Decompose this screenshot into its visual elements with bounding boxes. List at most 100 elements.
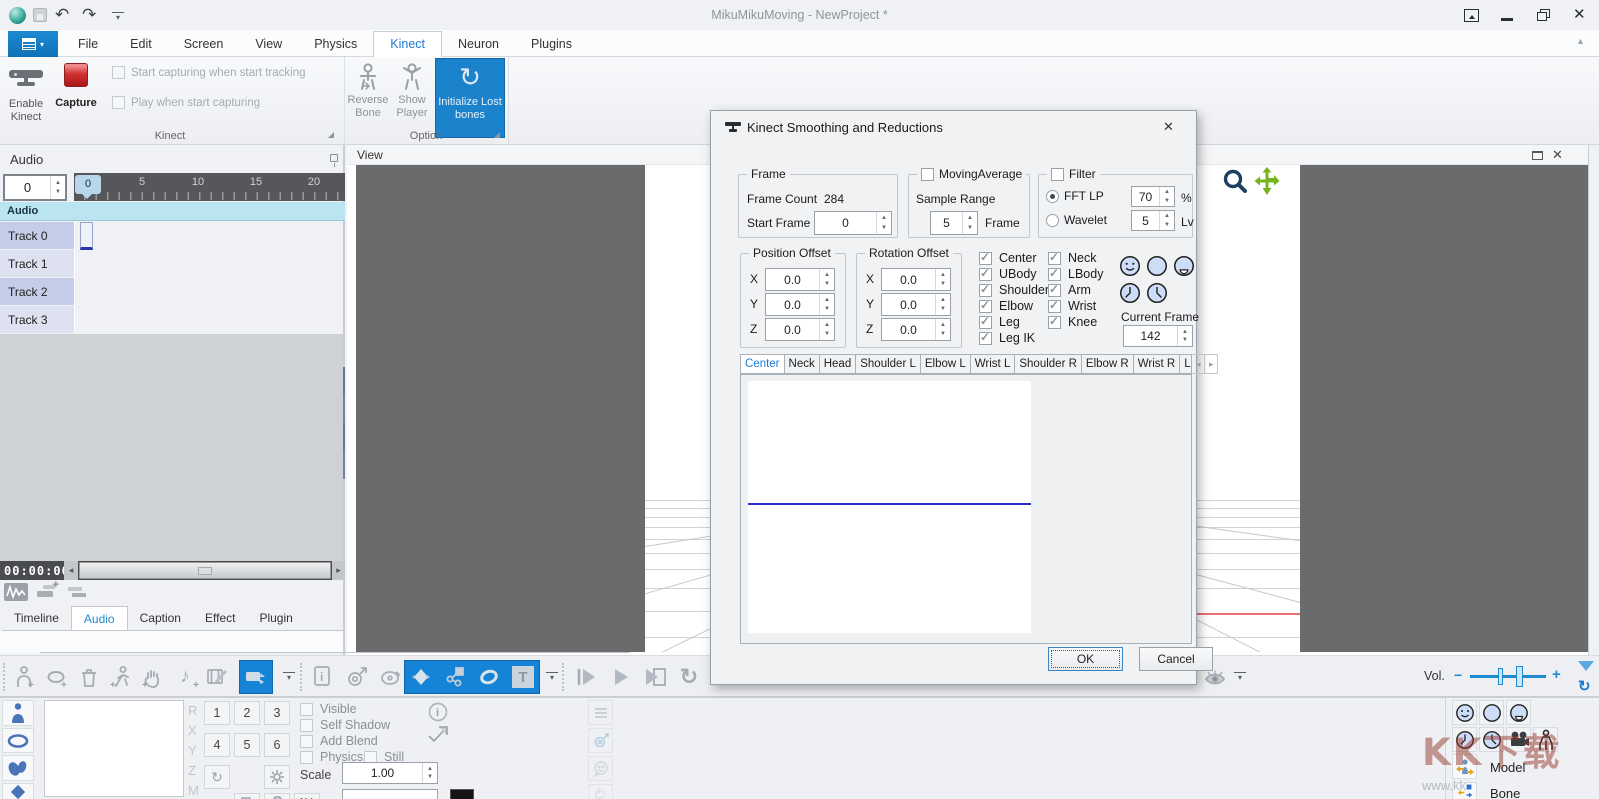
pos-x-spinner[interactable]: 0.0▲▼ bbox=[765, 268, 835, 291]
toolbar-drag-handle[interactable] bbox=[562, 663, 566, 691]
leg-checkbox[interactable]: Leg bbox=[979, 315, 1020, 329]
filter-checkbox[interactable] bbox=[1051, 168, 1064, 181]
dialog-title-bar[interactable]: Kinect Smoothing and Reductions ✕ bbox=[711, 111, 1196, 143]
model-person-button[interactable] bbox=[2, 700, 34, 726]
group-more-icon[interactable]: ▾ bbox=[283, 672, 295, 682]
spinner-arrows-icon[interactable]: ▲▼ bbox=[876, 212, 891, 234]
add-model-button[interactable]: + bbox=[10, 661, 40, 693]
dialog-close-icon[interactable]: ✕ bbox=[1163, 119, 1174, 135]
show-player-button[interactable]: Show Player bbox=[391, 60, 433, 138]
volume-slider-handle[interactable] bbox=[1516, 666, 1523, 687]
tab-screen[interactable]: Screen bbox=[168, 31, 240, 57]
spinner-arrows-icon[interactable]: ▲▼ bbox=[962, 212, 977, 234]
track-row-label[interactable]: Track 2 bbox=[0, 278, 75, 306]
restore-button[interactable] bbox=[1537, 9, 1550, 21]
tab-neuron[interactable]: Neuron bbox=[442, 31, 515, 57]
camera-target-button[interactable] bbox=[588, 728, 613, 753]
list-button[interactable] bbox=[588, 700, 613, 725]
camera-target-button[interactable] bbox=[342, 661, 372, 693]
frame-spinner[interactable]: 0 ▲▼ bbox=[3, 174, 67, 201]
paste-button[interactable] bbox=[264, 793, 290, 799]
all-button[interactable]: ALL bbox=[294, 793, 320, 799]
zoom-magnifier-icon[interactable] bbox=[1222, 168, 1249, 195]
edit-media-button[interactable] bbox=[202, 661, 232, 693]
volume-minus-icon[interactable]: − bbox=[1454, 667, 1462, 683]
rot-y-spinner[interactable]: 0.0▲▼ bbox=[881, 293, 951, 316]
model-move-button[interactable] bbox=[1452, 754, 1477, 779]
keyframe-diamond-button[interactable] bbox=[2, 783, 34, 799]
eye-more-icon[interactable]: ▾ bbox=[1234, 672, 1246, 682]
toolbar-drag-handle[interactable] bbox=[300, 663, 304, 691]
spinner-arrows-icon[interactable]: ▲▼ bbox=[1177, 326, 1192, 346]
spinner-arrows-icon[interactable]: ▲▼ bbox=[1159, 211, 1174, 230]
clock-left-face-button[interactable] bbox=[1119, 282, 1141, 304]
pane-close-icon[interactable]: ✕ bbox=[1552, 147, 1563, 163]
arm-checkbox[interactable]: Arm bbox=[1048, 283, 1091, 297]
minimize-button[interactable] bbox=[1501, 18, 1513, 21]
bone-slot-5-button[interactable]: 5 bbox=[234, 733, 260, 757]
curve-graph[interactable] bbox=[748, 381, 1031, 633]
clock-right-face-button[interactable] bbox=[1146, 282, 1168, 304]
delete-button[interactable] bbox=[74, 661, 104, 693]
scrollbar-thumb[interactable] bbox=[79, 562, 331, 579]
loop-button[interactable]: ↻ bbox=[674, 661, 704, 693]
pos-y-spinner[interactable]: 0.0▲▼ bbox=[765, 293, 835, 316]
start-frame-spinner[interactable]: 0 ▲▼ bbox=[814, 211, 892, 235]
tab-physics[interactable]: Physics bbox=[298, 31, 373, 57]
add-pose-button[interactable]: + bbox=[138, 661, 168, 693]
edge-spinner[interactable] bbox=[342, 789, 438, 799]
info-button[interactable]: i bbox=[308, 661, 338, 693]
center-checkbox[interactable]: Center bbox=[979, 251, 1037, 265]
bone-tab-shoulder-r[interactable]: Shoulder R bbox=[1015, 354, 1082, 374]
self-shadow-checkbox[interactable]: Self Shadow bbox=[300, 718, 390, 732]
volume-plus-icon[interactable]: + bbox=[1552, 666, 1561, 683]
bone-tab-elbow-r[interactable]: Elbow R bbox=[1082, 354, 1134, 374]
volume-slider-track[interactable] bbox=[1470, 675, 1546, 678]
option-group-launcher-icon[interactable] bbox=[494, 132, 500, 138]
initialize-lost-bones-button[interactable]: ↻ Initialize Lost bones bbox=[435, 58, 505, 138]
smiley-face-button[interactable] bbox=[1452, 700, 1477, 725]
bone-slot-3-button[interactable]: 3 bbox=[264, 701, 290, 725]
tab-plugins[interactable]: Plugins bbox=[515, 31, 588, 57]
moving-average-checkbox[interactable] bbox=[921, 168, 934, 181]
scale-spinner[interactable]: 1.00 ▲▼ bbox=[342, 762, 438, 784]
ubody-checkbox[interactable]: UBody bbox=[979, 267, 1037, 281]
neck-checkbox[interactable]: Neck bbox=[1048, 251, 1096, 265]
tab-view[interactable]: View bbox=[239, 31, 298, 57]
track-row-label[interactable]: Track 3 bbox=[0, 306, 75, 334]
add-motion-button[interactable]: + bbox=[106, 661, 136, 693]
tab-scroll-left-icon[interactable]: ◂ bbox=[1192, 354, 1205, 374]
shoulder-checkbox[interactable]: Shoulder bbox=[979, 283, 1049, 297]
tab-timeline[interactable]: Timeline bbox=[2, 606, 71, 630]
rot-x-spinner[interactable]: 0.0▲▼ bbox=[881, 268, 951, 291]
add-blend-checkbox[interactable]: Add Blend bbox=[300, 734, 378, 748]
refresh-button[interactable]: ↻ bbox=[204, 765, 230, 789]
tab-effect[interactable]: Effect bbox=[193, 606, 247, 630]
wave-list-icon[interactable] bbox=[66, 583, 90, 601]
bone-move-button[interactable] bbox=[1452, 782, 1477, 799]
check-flag-button[interactable] bbox=[426, 724, 450, 744]
move-cross-icon[interactable] bbox=[1252, 166, 1282, 196]
gear-button[interactable] bbox=[264, 765, 290, 789]
bone-tab-partial[interactable]: L bbox=[1180, 354, 1192, 374]
bone-tab-wrist-r[interactable]: Wrist R bbox=[1134, 354, 1180, 374]
wrist-checkbox[interactable]: Wrist bbox=[1048, 299, 1096, 313]
enable-kinect-button[interactable]: Enable Kinect bbox=[2, 60, 50, 138]
bone-slot-4-button[interactable]: 4 bbox=[204, 733, 230, 757]
waveform-icon[interactable] bbox=[4, 583, 28, 601]
tab-edit[interactable]: Edit bbox=[114, 31, 168, 57]
tab-file[interactable]: File bbox=[62, 31, 114, 57]
audio-group-row[interactable]: Audio bbox=[0, 202, 345, 221]
spinner-arrows-icon[interactable]: ▲▼ bbox=[819, 269, 834, 290]
spinner-arrows-icon[interactable]: ▲▼ bbox=[935, 319, 950, 340]
wavelet-value-spinner[interactable]: 5 ▲▼ bbox=[1131, 210, 1175, 231]
bone-tab-shoulder-l[interactable]: Shoulder L bbox=[856, 354, 921, 374]
rot-z-spinner[interactable]: 0.0▲▼ bbox=[881, 318, 951, 341]
open-mouth-face-button[interactable] bbox=[1506, 700, 1531, 725]
open-mouth-face-button[interactable] bbox=[1173, 255, 1195, 277]
model-info-button[interactable]: i bbox=[428, 702, 448, 722]
bone-slot-1-button[interactable]: 1 bbox=[204, 701, 230, 725]
add-audio-button[interactable]: ♪+ bbox=[170, 661, 200, 693]
kinect-group-launcher-icon[interactable] bbox=[328, 132, 334, 138]
keyframe-diamond-button[interactable] bbox=[406, 661, 436, 693]
